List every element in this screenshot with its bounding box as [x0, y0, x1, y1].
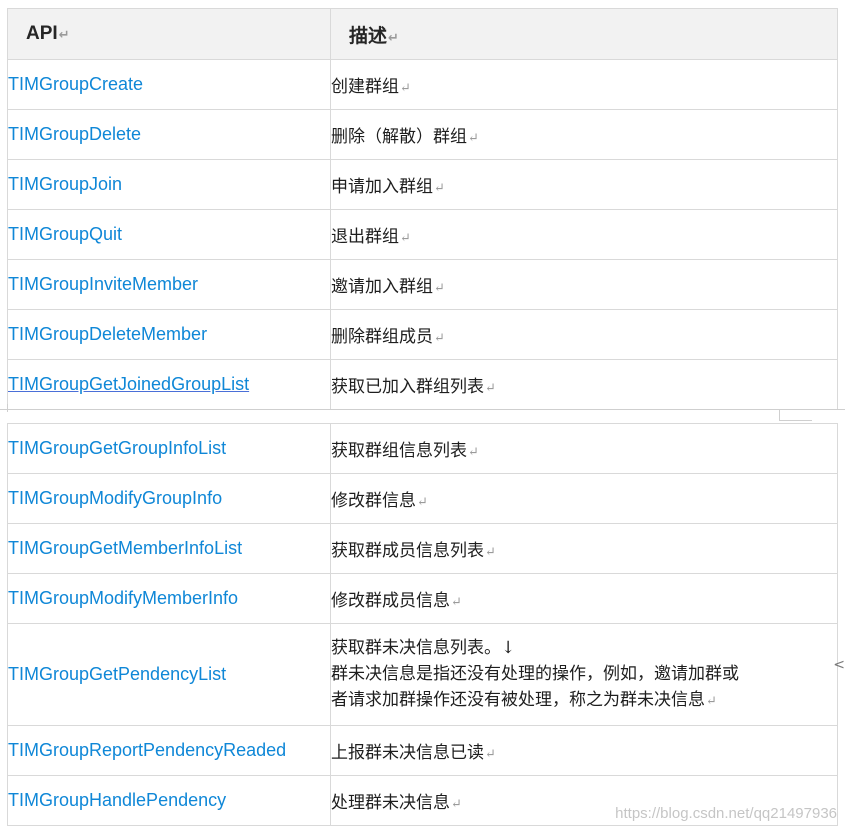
api-link[interactable]: TIMGroupModifyMemberInfo — [7, 573, 331, 624]
table-row: TIMGroupJoin 申请加入群组↵ — [7, 159, 838, 210]
api-description: 获取已加入群组列表↵ — [330, 359, 838, 410]
api-link[interactable]: TIMGroupDeleteMember — [7, 309, 331, 360]
table-row: TIMGroupModifyGroupInfo 修改群信息↵ — [7, 473, 838, 524]
api-link[interactable]: TIMGroupGetMemberInfoList — [7, 523, 331, 574]
api-description: 修改群成员信息↵ — [330, 573, 838, 624]
api-description: 获取群组信息列表↵ — [330, 423, 838, 474]
api-description: 删除（解散）群组↵ — [330, 109, 838, 160]
edge-marker: < — [833, 657, 845, 673]
api-link[interactable]: TIMGroupHandlePendency — [7, 775, 331, 826]
table-row: TIMGroupCreate 创建群组↵ — [7, 59, 838, 110]
api-link[interactable]: TIMGroupGetJoinedGroupList — [7, 359, 331, 410]
api-link[interactable]: TIMGroupCreate — [7, 59, 331, 110]
table-row: TIMGroupDelete 删除（解散）群组↵ — [7, 109, 838, 160]
page-break-tick — [7, 404, 8, 412]
table-row: TIMGroupInviteMember 邀请加入群组↵ — [7, 259, 838, 310]
api-link[interactable]: TIMGroupReportPendencyReaded — [7, 725, 331, 776]
api-description: 邀请加入群组↵ — [330, 259, 838, 310]
api-description: 上报群未决信息已读↵ — [330, 725, 838, 776]
watermark: https://blog.csdn.net/qq21497936 — [615, 805, 837, 822]
page-break-tick — [779, 409, 812, 421]
api-description: 退出群组↵ — [330, 209, 838, 260]
api-link[interactable]: TIMGroupGetPendencyList — [7, 623, 331, 726]
api-description: 申请加入群组↵ — [330, 159, 838, 210]
desc-line: 群未决信息是指还没有处理的操作，例如，邀请加群或 — [331, 663, 739, 684]
table-row: TIMGroupModifyMemberInfo 修改群成员信息↵ — [7, 573, 838, 624]
api-description: 获取群未决信息列表。↓ 群未决信息是指还没有处理的操作，例如，邀请加群或 者请求… — [330, 623, 838, 726]
api-link[interactable]: TIMGroupGetGroupInfoList — [7, 423, 331, 474]
api-link[interactable]: TIMGroupJoin — [7, 159, 331, 210]
header-api: API↵ — [7, 8, 331, 60]
table-row: TIMGroupGetMemberInfoList 获取群成员信息列表↵ — [7, 523, 838, 574]
table-row: TIMGroupQuit 退出群组↵ — [7, 209, 838, 260]
table-row: TIMGroupDeleteMember 删除群组成员↵ — [7, 309, 838, 360]
table-row: TIMGroupGetPendencyList 获取群未决信息列表。↓ 群未决信… — [7, 623, 838, 726]
api-description: 创建群组↵ — [330, 59, 838, 110]
header-desc: 描述↵ — [330, 8, 838, 60]
api-description: 删除群组成员↵ — [330, 309, 838, 360]
table-row: TIMGroupGetGroupInfoList 获取群组信息列表↵ — [7, 423, 838, 474]
page-break-line — [0, 409, 845, 422]
api-description: 获取群成员信息列表↵ — [330, 523, 838, 574]
table-header-row: API↵ 描述↵ — [7, 8, 838, 60]
desc-line: 获取群未决信息列表。↓ — [331, 637, 516, 658]
api-link[interactable]: TIMGroupInviteMember — [7, 259, 331, 310]
api-link[interactable]: TIMGroupModifyGroupInfo — [7, 473, 331, 524]
api-description: 修改群信息↵ — [330, 473, 838, 524]
api-link[interactable]: TIMGroupQuit — [7, 209, 331, 260]
api-table-top: API↵ 描述↵ TIMGroupCreate 创建群组↵ TIMGroupDe… — [7, 8, 838, 410]
desc-line: 者请求加群操作还没有被处理，称之为群未决信息↵ — [331, 689, 717, 710]
api-link[interactable]: TIMGroupDelete — [7, 109, 331, 160]
table-row: TIMGroupReportPendencyReaded 上报群未决信息已读↵ — [7, 725, 838, 776]
table-row: TIMGroupGetJoinedGroupList 获取已加入群组列表↵ — [7, 359, 838, 410]
api-table-bottom: TIMGroupGetGroupInfoList 获取群组信息列表↵ TIMGr… — [7, 423, 838, 826]
